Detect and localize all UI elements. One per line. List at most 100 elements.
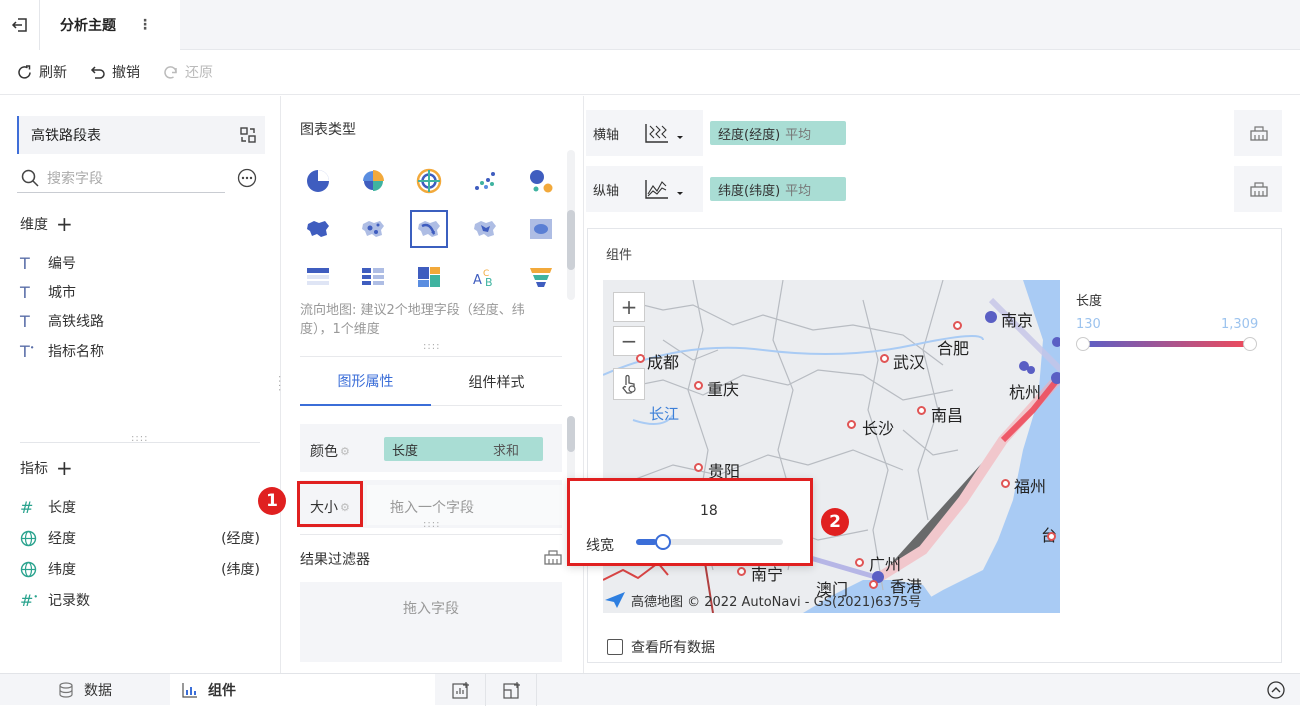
show-all-checkbox[interactable] — [607, 639, 623, 655]
refresh-button[interactable]: 刷新 — [16, 62, 67, 82]
funnel-chart-icon[interactable] — [522, 258, 560, 296]
dimension-item[interactable]: T 编号 — [20, 253, 260, 273]
dataset-selector[interactable]: 高铁路段表 — [17, 116, 265, 154]
measure-item[interactable]: 纬度 (纬度) — [20, 559, 260, 579]
more-options-icon[interactable]: ⋮ — [138, 17, 152, 33]
word-cloud-icon[interactable]: ACB — [466, 258, 504, 296]
add-component-button[interactable] — [436, 674, 486, 706]
redo-button[interactable]: 还原 — [162, 62, 213, 82]
x-axis-shelf: 横轴 经度(经度) 平均 — [586, 110, 1282, 156]
search-input[interactable]: 搜索字段 — [17, 163, 225, 193]
add-chart-icon — [451, 682, 469, 699]
measure-item[interactable]: 经度 (经度) — [20, 528, 260, 548]
flow-map-icon[interactable] — [410, 210, 448, 248]
scrollbar[interactable] — [567, 150, 575, 300]
radar-chart-icon[interactable] — [410, 162, 448, 200]
annotation-badge-2: 2 — [821, 508, 849, 536]
measure-item[interactable]: # 长度 — [20, 497, 260, 517]
color-label: 颜色 — [310, 444, 338, 460]
y-axis-chart-type-icon[interactable] — [644, 178, 688, 200]
dimension-item[interactable]: T 城市 — [20, 282, 260, 302]
table-icon[interactable] — [299, 258, 337, 296]
tab-shape-properties[interactable]: 图形属性 — [300, 358, 431, 406]
x-axis-label: 横轴 — [593, 128, 620, 143]
show-all-data[interactable]: 查看所有数据 — [607, 637, 715, 657]
pie-chart-icon[interactable] — [299, 162, 337, 200]
tab-analysis-topic[interactable]: 分析主题 ⋮ — [40, 0, 180, 50]
y-axis-settings-icon[interactable] — [1236, 166, 1282, 212]
exit-icon[interactable] — [0, 0, 40, 50]
filter-dropzone[interactable]: 拖入字段 — [300, 582, 562, 662]
more-circle-icon[interactable] — [237, 168, 257, 188]
field-label: 城市 — [48, 285, 76, 301]
city-label: 南昌 — [931, 406, 964, 425]
filter-settings-icon[interactable] — [543, 548, 563, 566]
symbol-map-icon[interactable] — [354, 210, 392, 248]
y-axis-dropzone[interactable]: 纬度(纬度) 平均 — [703, 166, 1234, 212]
field-label: 指标名称 — [48, 344, 104, 360]
add-dimension-icon[interactable]: + — [56, 214, 73, 234]
color-field-pill[interactable]: 长度 求和 — [384, 437, 543, 461]
undo-button[interactable]: 撤销 — [89, 62, 140, 82]
bar-chart-icon — [182, 683, 197, 698]
city-label: 成都 — [647, 353, 680, 372]
divider — [300, 356, 562, 357]
collapse-icon[interactable] — [1267, 674, 1285, 706]
zoom-out-button[interactable]: − — [613, 326, 645, 356]
annotation-box-1 — [297, 481, 363, 527]
legend-min-handle[interactable] — [1076, 337, 1090, 351]
rose-pie-icon[interactable] — [354, 162, 392, 200]
tab-component[interactable]: 组件 — [170, 674, 435, 706]
tab-component-style[interactable]: 组件样式 — [431, 358, 562, 406]
y-field-pill[interactable]: 纬度(纬度) 平均 — [710, 177, 846, 201]
add-dashboard-button[interactable] — [487, 674, 537, 706]
city-label: 合肥 — [937, 339, 970, 358]
add-measure-icon[interactable]: + — [56, 458, 73, 478]
area-map-icon[interactable] — [522, 210, 560, 248]
field-suffix: (纬度) — [221, 562, 260, 578]
divider — [300, 534, 562, 535]
annotation-badge-1: 1 — [258, 487, 286, 515]
dimension-item[interactable]: T 高铁线路 — [20, 311, 260, 331]
dimension-item[interactable]: T• 指标名称 — [20, 341, 260, 361]
hand-pointer-icon[interactable] — [613, 368, 645, 400]
x-field-pill[interactable]: 经度(经度) 平均 — [710, 121, 846, 145]
y-agg: 平均 — [785, 183, 812, 199]
gear-icon[interactable]: ⚙ — [340, 445, 350, 458]
number-type-icon: # — [20, 497, 34, 517]
legend-max-handle[interactable] — [1243, 337, 1257, 351]
resize-handle[interactable]: :::: — [131, 433, 148, 444]
tab-data[interactable]: 数据 — [58, 674, 112, 706]
property-tabs: 图形属性 组件样式 — [300, 358, 562, 406]
x-axis-dropzone[interactable]: 经度(经度) 平均 — [703, 110, 1234, 156]
map-attribution: 高德地图 © 2022 AutoNavi - GS(2021)6375号 — [603, 590, 921, 610]
count-type-icon: #• — [20, 590, 39, 610]
switch-dataset-icon[interactable] — [239, 126, 257, 144]
search-placeholder: 搜索字段 — [47, 170, 103, 187]
measure-item[interactable]: #• 记录数 — [20, 590, 260, 610]
city-marker — [694, 381, 703, 390]
refresh-icon — [18, 64, 31, 79]
city-marker — [917, 406, 926, 415]
city-marker — [1047, 532, 1056, 541]
bubble-chart-icon[interactable] — [522, 162, 560, 200]
field-label: 编号 — [48, 256, 76, 272]
globe-icon — [20, 530, 48, 547]
color-field: 长度 — [392, 443, 419, 459]
redo-label: 还原 — [185, 65, 213, 81]
resize-handle[interactable]: :::: — [423, 341, 440, 352]
annotation-box-2 — [567, 478, 813, 566]
treemap-icon[interactable] — [410, 258, 448, 296]
measures-header: 指标 + — [20, 458, 73, 478]
heat-map-icon[interactable] — [466, 210, 504, 248]
detail-table-icon[interactable] — [354, 258, 392, 296]
redo-icon — [164, 65, 177, 79]
filled-map-icon[interactable] — [299, 210, 337, 248]
scatter-chart-icon[interactable] — [466, 162, 504, 200]
zoom-in-button[interactable]: + — [613, 292, 645, 322]
resize-handle[interactable]: :::: — [423, 519, 440, 530]
x-axis-chart-type-icon[interactable] — [644, 122, 688, 144]
x-axis-settings-icon[interactable] — [1236, 110, 1282, 156]
dataset-name: 高铁路段表 — [31, 128, 101, 144]
measures-label: 指标 — [20, 461, 48, 477]
